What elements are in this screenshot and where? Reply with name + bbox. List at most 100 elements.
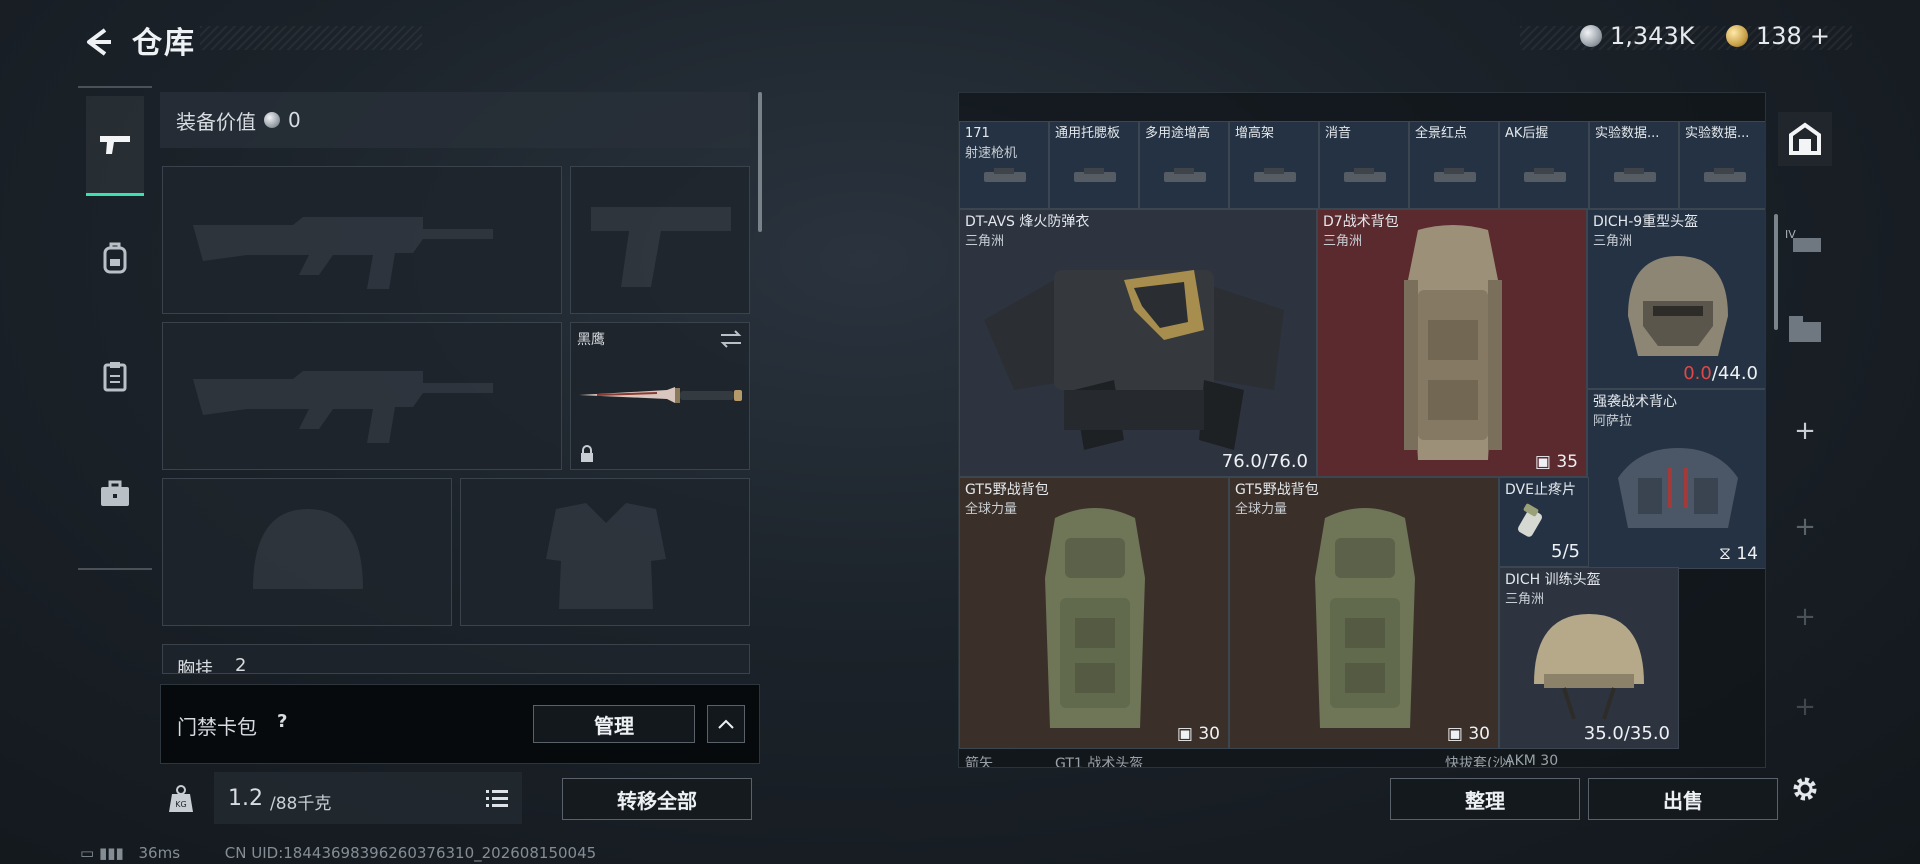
sort-button[interactable]: 整理 [1390,778,1580,820]
silver-coin-icon [264,112,280,128]
item-name: DICH 训练头盔 [1505,572,1601,588]
add-page-button[interactable]: + [1778,404,1832,458]
weight-max: /88千克 [270,794,332,814]
attachment-image [1074,168,1116,182]
item-name: DT-AVS 烽火防弹衣 [965,214,1090,230]
item-name: 消音 [1325,126,1352,141]
equipment-value-label: 装备价值 [176,109,256,134]
warehouse-tabs: IV + + + + [1778,92,1832,801]
attachment-item[interactable]: 多用途增高 [1139,121,1229,209]
item-name: DVE止疼片 [1505,482,1576,498]
help-icon[interactable]: ? [277,711,287,732]
settings-button[interactable] [1778,762,1832,816]
attachment-item[interactable]: 实验数据... [1679,121,1765,209]
item-origin: 全球力量 [1235,502,1288,517]
attachment-image [1434,168,1476,182]
empty-page-slot[interactable]: + [1778,590,1832,644]
attachment-image [984,168,1026,182]
item-name: GT5野战背包 [1235,482,1319,498]
warehouse-tab-storage[interactable] [1778,302,1832,356]
tab-backpack[interactable] [86,208,144,308]
chest-rig-section-header[interactable]: 胸挂 2 [162,644,750,674]
warehouse-tab-main[interactable] [1778,112,1832,166]
warehouse-icon [1789,122,1821,155]
primary-weapon-slot[interactable] [162,166,562,314]
weight-icon: KG [169,785,193,812]
vest-capacity-icon: ⧖ [1719,544,1737,564]
warehouse-tab-weapons[interactable]: IV [1778,214,1832,268]
pistol-silhouette-icon [591,207,731,287]
attachment-item[interactable]: 实验数据... [1589,121,1679,209]
backpack-capacity-icon: ▣ [1446,724,1469,744]
battery-icon: ▭ ▮▮▮ [80,844,124,862]
assault-vest-item[interactable]: 强袭战术背心 阿萨拉 ⧖ 14 [1587,389,1765,569]
page-title: 仓库 [132,26,196,61]
item-name: GT5野战背包 [965,482,1049,498]
chest-rig-label: 胸挂 [177,659,213,674]
d7-backpack-item[interactable]: D7战术背包 三角洲 ▣ 35 [1317,209,1587,477]
briefcase-icon [101,480,129,506]
collapse-button[interactable] [707,705,745,743]
attachment-item[interactable]: 通用托腮板 [1049,121,1139,209]
attachment-item[interactable]: 增高架 [1229,121,1319,209]
loadout-scrollbar[interactable] [758,92,762,232]
back-button[interactable] [78,22,118,62]
tab-chest-rig[interactable] [86,326,144,426]
empty-page-slot[interactable]: + [1778,500,1832,554]
silver-currency[interactable]: 1,343K [1580,22,1694,50]
attachment-item[interactable]: 消音 [1319,121,1409,209]
attachment-image [1614,168,1656,182]
dich9-helmet-item[interactable]: DICH-9重型头盔 三角洲 0.0/44.0 [1587,209,1765,389]
sell-button[interactable]: 出售 [1588,778,1778,820]
gt5-backpack-item[interactable]: GT5野战背包 全球力量 ▣ 30 [959,477,1229,749]
item-capacity: ▣ 30 [1176,724,1220,744]
tab-weapons[interactable] [86,96,144,196]
item-capacity: ▣ 35 [1534,452,1578,472]
helmet-slot[interactable] [162,478,452,626]
attachment-item[interactable]: 171 射速枪机 [959,121,1049,209]
keycard-pack-label: 门禁卡包 [177,715,257,739]
gear-icon [1793,777,1817,801]
item-name: 171 [965,126,990,141]
secondary-weapon-slot[interactable] [162,322,562,470]
rifle-silhouette-icon [193,217,493,289]
melee-slot[interactable]: 黑鹰 [570,322,750,470]
weight-current: 1.2 [228,786,263,811]
chevron-up-icon [718,719,734,729]
add-gold-button[interactable]: + [1810,22,1830,50]
ping-value: 36ms [138,844,181,862]
pistol-slot[interactable] [570,166,750,314]
back-arrow-icon [87,28,111,56]
weapon-crate-icon: IV [1785,228,1821,252]
swap-icon[interactable] [719,329,743,349]
peek-item-name: 箭矢 [965,756,993,768]
manage-button[interactable]: 管理 [533,705,695,743]
user-uid: CN UID:18443698396260376310_202608150045 [224,844,597,862]
gt5-backpack-item[interactable]: GT5野战背包 全球力量 ▣ 30 [1229,477,1499,749]
loadout-tabs [78,86,152,570]
svg-text:KG: KG [175,800,186,809]
item-durability: 0.0/44.0 [1683,363,1758,384]
armor-slot[interactable] [460,478,750,626]
attachment-image [1164,168,1206,182]
painkiller-item[interactable]: DVE止疼片 5/5 [1499,477,1589,567]
transfer-all-label: 转移全部 [617,788,697,813]
item-subtitle: 射速枪机 [965,146,1018,161]
attachment-image [1254,168,1296,182]
backpack-capacity-icon: ▣ [1176,724,1199,744]
list-icon[interactable] [486,788,508,808]
attachment-item[interactable]: AK后握 [1499,121,1589,209]
armor-item[interactable]: DT-AVS 烽火防弹衣 三角洲 76.0/76.0 [959,209,1317,477]
training-helmet-item[interactable]: DICH 训练头盔 三角洲 35.0/35.0 [1499,567,1679,749]
item-name: 通用托腮板 [1055,126,1121,141]
item-name: 多用途增高 [1145,126,1211,141]
transfer-all-button[interactable]: 转移全部 [562,778,752,820]
armor-vest-image [984,270,1284,450]
tab-case[interactable] [86,444,144,544]
attachment-item[interactable]: 全景红点 [1409,121,1499,209]
gold-currency[interactable]: 138 + [1726,22,1830,50]
gt5-backpack-image [1045,508,1145,728]
empty-page-slot[interactable]: + [1778,680,1832,734]
lock-icon [581,445,593,462]
plus-icon: + [1794,416,1816,446]
